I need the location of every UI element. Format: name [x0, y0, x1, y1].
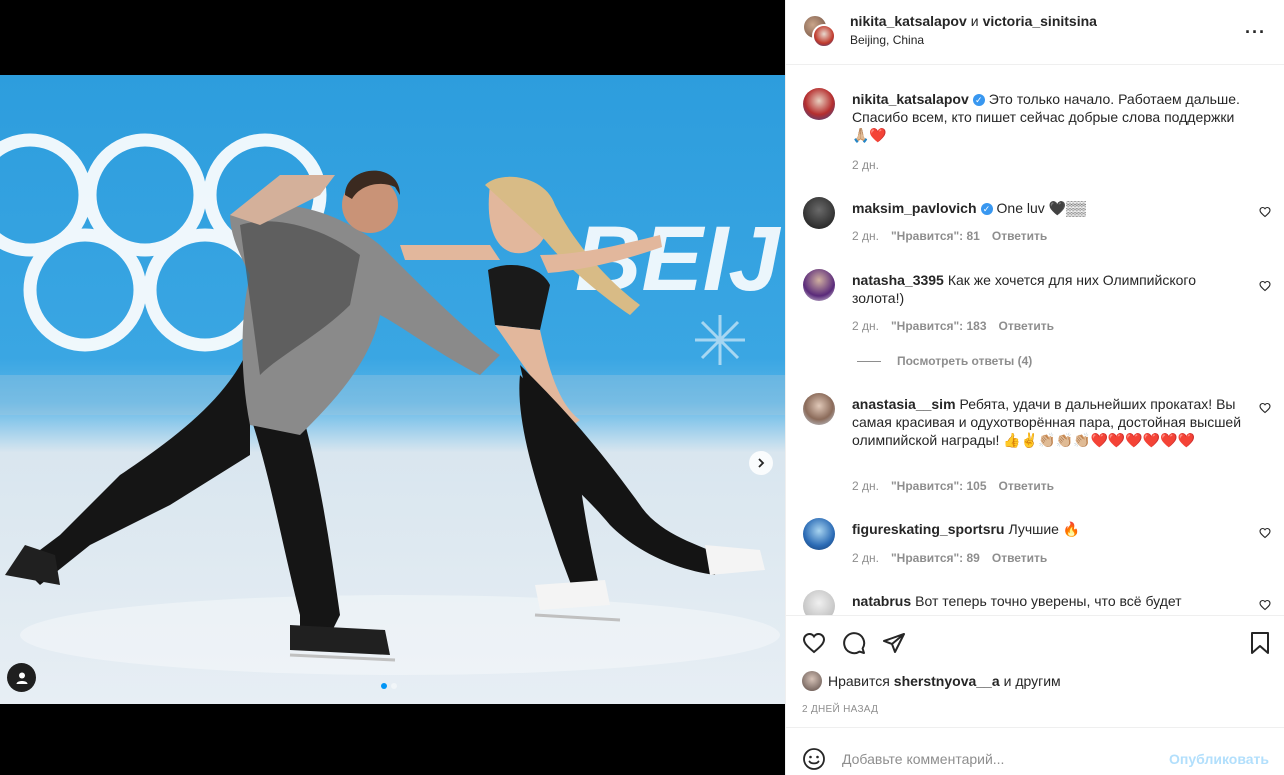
comment-username[interactable]: maksim_pavlovich	[852, 200, 977, 216]
comment-icon[interactable]	[842, 631, 866, 655]
comment-text: One luv 🖤▒▒	[996, 200, 1086, 216]
slide-dot-2	[391, 683, 397, 689]
author-link-2[interactable]: victoria_sinitsina	[983, 13, 1097, 29]
comment-meta: 2 дн. "Нравится": 183 Ответить	[852, 319, 1066, 333]
comment-time: 2 дн.	[852, 479, 879, 493]
comment-likes[interactable]: "Нравится": 89	[891, 551, 980, 565]
reply-button[interactable]: Ответить	[992, 551, 1047, 565]
heart-icon[interactable]	[1259, 402, 1271, 414]
caption-time: 2 дн.	[852, 158, 879, 172]
comment-likes[interactable]: "Нравится": 183	[891, 319, 987, 333]
comment-body: natasha_3395 Как же хочется для них Олимп…	[852, 271, 1247, 307]
avatar[interactable]	[803, 269, 835, 301]
comment-text: Вот теперь точно уверены, что всё будет	[915, 593, 1182, 609]
comment-body: maksim_pavlovich ✓ One luv 🖤▒▒	[852, 199, 1247, 217]
reply-button[interactable]: Ответить	[999, 479, 1054, 493]
more-dots-icon: ···	[1245, 22, 1266, 42]
user-tag-icon	[16, 672, 27, 684]
likes-prefix: Нравится	[828, 673, 890, 689]
avatar[interactable]	[803, 197, 835, 229]
comments-list[interactable]: nikita_katsalapov ✓ Это только начало. Раб…	[786, 66, 1284, 615]
comment-time: 2 дн.	[852, 319, 879, 333]
comment-likes[interactable]: "Нравится": 105	[891, 479, 987, 493]
bookmark-icon[interactable]	[1248, 631, 1272, 655]
comment-username[interactable]: anastasia__sim	[852, 396, 956, 412]
comment-body: natabrus Вот теперь точно уверены, что вс…	[852, 592, 1247, 610]
likes-user[interactable]: sherstnyova__a	[894, 673, 1000, 689]
avatar[interactable]	[803, 393, 835, 425]
publish-button[interactable]: Опубликовать	[1169, 751, 1269, 767]
comment-body: anastasia__sim Ребята, удачи в дальнейших…	[852, 395, 1247, 449]
comment-username[interactable]: figureskating_sportsru	[852, 521, 1004, 537]
comment-likes[interactable]: "Нравится": 81	[891, 229, 980, 243]
next-slide-button[interactable]	[749, 451, 773, 475]
chevron-right-icon	[758, 458, 765, 468]
post-location[interactable]: Beijing, China	[850, 33, 924, 47]
caption-username[interactable]: nikita_katsalapov	[852, 91, 969, 107]
likes-summary[interactable]: Нравится sherstnyova__a и другим	[802, 671, 1061, 691]
view-replies-label: Посмотреть ответы (4)	[897, 354, 1033, 368]
comment-body: figureskating_sportsru Лучшие 🔥	[852, 520, 1247, 538]
snowflake-decoration	[695, 315, 745, 365]
more-options-button[interactable]: ···	[1245, 22, 1266, 43]
verified-badge-icon: ✓	[980, 203, 993, 215]
heart-icon[interactable]	[802, 631, 826, 655]
author-link-1[interactable]: nikita_katsalapov	[850, 13, 967, 29]
caption-meta: 2 дн.	[852, 158, 891, 172]
comment-meta: 2 дн. "Нравится": 81 Ответить	[852, 229, 1059, 243]
post-actions: Нравится sherstnyova__a и другим 2 ДНЕЙ …	[786, 615, 1284, 727]
replies-divider	[857, 360, 881, 362]
slide-indicator	[381, 683, 397, 689]
avatar	[812, 24, 836, 48]
avatar[interactable]	[803, 590, 835, 615]
post-photo[interactable]: BEIJ	[0, 75, 785, 704]
comment-meta: 2 дн. "Нравится": 89 Ответить	[852, 551, 1059, 565]
comment-time: 2 дн.	[852, 229, 879, 243]
emoji-icon[interactable]	[802, 747, 826, 771]
heart-icon[interactable]	[1259, 527, 1271, 539]
comment-time: 2 дн.	[852, 551, 879, 565]
comment-username[interactable]: natasha_3395	[852, 272, 944, 288]
likes-suffix[interactable]: и другим	[1004, 673, 1061, 689]
avatar[interactable]	[803, 88, 835, 120]
avatar	[802, 671, 822, 691]
post-header: nikita_katsalapov и victoria_sinitsina Bei…	[786, 0, 1284, 65]
add-comment-bar: Опубликовать	[786, 727, 1284, 775]
post-authors: nikita_katsalapov и victoria_sinitsina	[850, 13, 1097, 29]
heart-icon[interactable]	[1259, 206, 1271, 218]
user-tag-button[interactable]	[7, 663, 36, 692]
avatar[interactable]	[803, 518, 835, 550]
view-replies-button[interactable]: Посмотреть ответы (4)	[857, 354, 1032, 368]
comment-meta: 2 дн. "Нравится": 105 Ответить	[852, 479, 1066, 493]
reply-button[interactable]: Ответить	[999, 319, 1054, 333]
comment-text: Лучшие 🔥	[1008, 521, 1081, 537]
reply-button[interactable]: Ответить	[992, 229, 1047, 243]
skating-photo-illustration: BEIJ	[0, 133, 785, 675]
post-media: BEIJ	[0, 0, 785, 775]
post-timestamp: 2 ДНЕЙ НАЗАД	[802, 704, 879, 715]
heart-icon[interactable]	[1259, 280, 1271, 292]
authors-conjunction: и	[970, 13, 979, 29]
author-avatars[interactable]	[802, 14, 836, 48]
caption-body: nikita_katsalapov ✓ Это только начало. Раб…	[852, 90, 1247, 144]
comment-username[interactable]: natabrus	[852, 593, 911, 609]
post-details-panel: nikita_katsalapov и victoria_sinitsina Bei…	[785, 0, 1284, 775]
verified-badge-icon: ✓	[972, 94, 985, 106]
slide-dot-1	[381, 683, 387, 689]
heart-icon[interactable]	[1259, 599, 1271, 611]
comment-input[interactable]	[842, 749, 1152, 769]
share-icon[interactable]	[882, 631, 906, 655]
male-skater	[5, 170, 500, 662]
